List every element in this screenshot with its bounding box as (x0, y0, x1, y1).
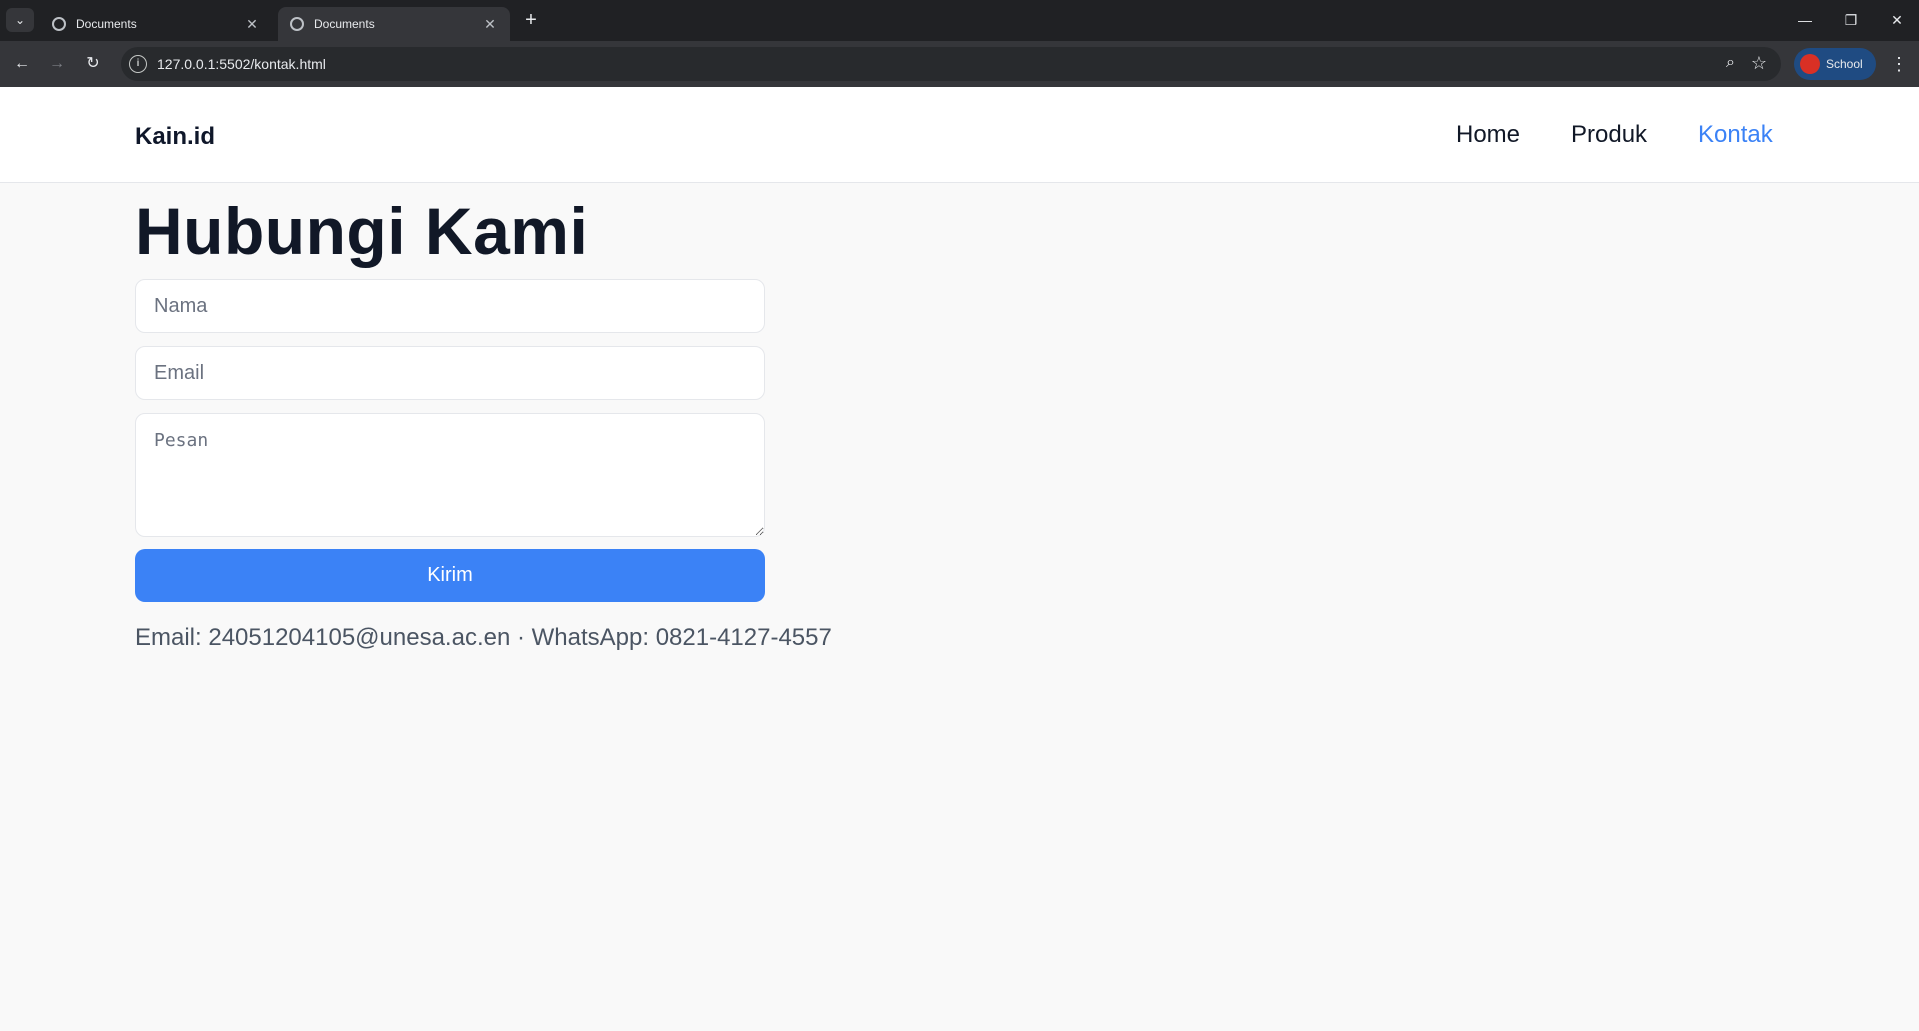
browser-tab-active[interactable]: Documents ✕ (278, 7, 510, 41)
back-button[interactable]: ← (10, 52, 34, 76)
reload-button[interactable]: ↻ (81, 52, 105, 76)
new-tab-button[interactable]: + (520, 9, 542, 31)
site-header: Kain.id Home Produk Kontak (0, 87, 1919, 183)
minimize-button[interactable]: — (1790, 8, 1820, 32)
page-title: Hubungi Kami (135, 194, 589, 268)
restore-button[interactable]: ❐ (1836, 8, 1866, 32)
site-logo[interactable]: Kain.id (135, 123, 215, 151)
browser-tab-bar: ⌄ Documents ✕ Documents ✕ + — ❐ ✕ (0, 0, 1919, 41)
address-bar[interactable]: i 127.0.0.1:5502/kontak.html ⌕ ☆ (121, 47, 1781, 81)
browser-menu-icon[interactable]: ⋮ (1888, 52, 1910, 76)
site-info-icon[interactable]: i (129, 55, 147, 73)
profile-label: School (1826, 57, 1863, 71)
bookmark-star-icon[interactable]: ☆ (1751, 53, 1767, 74)
tab-title: Documents (76, 17, 137, 31)
avatar (1800, 54, 1820, 74)
nav-link-kontak[interactable]: Kontak (1698, 121, 1773, 149)
tab-list-button[interactable]: ⌄ (6, 8, 34, 32)
url-text[interactable]: 127.0.0.1:5502/kontak.html (157, 56, 326, 72)
browser-tab[interactable]: Documents ✕ (40, 7, 272, 41)
close-icon[interactable]: ✕ (482, 16, 498, 33)
email-input[interactable] (135, 346, 765, 400)
tab-title: Documents (314, 17, 375, 31)
contact-info-text: Email: 24051204105@unesa.ac.en · WhatsAp… (135, 624, 832, 651)
nav-link-produk[interactable]: Produk (1571, 121, 1647, 149)
close-window-button[interactable]: ✕ (1882, 8, 1912, 32)
nav-link-home[interactable]: Home (1456, 121, 1520, 149)
globe-icon (290, 17, 304, 31)
page-content: Kain.id Home Produk Kontak Hubungi Kami … (0, 87, 1919, 1031)
profile-button[interactable]: School (1794, 48, 1876, 80)
submit-button[interactable]: Kirim (135, 549, 765, 602)
forward-button[interactable]: → (45, 52, 69, 76)
message-textarea[interactable] (135, 413, 765, 537)
close-icon[interactable]: ✕ (244, 16, 260, 33)
browser-toolbar: ← → ↻ i 127.0.0.1:5502/kontak.html ⌕ ☆ S… (0, 41, 1919, 87)
globe-icon (52, 17, 66, 31)
name-input[interactable] (135, 279, 765, 333)
zoom-icon[interactable]: ⌕ (1726, 54, 1735, 72)
